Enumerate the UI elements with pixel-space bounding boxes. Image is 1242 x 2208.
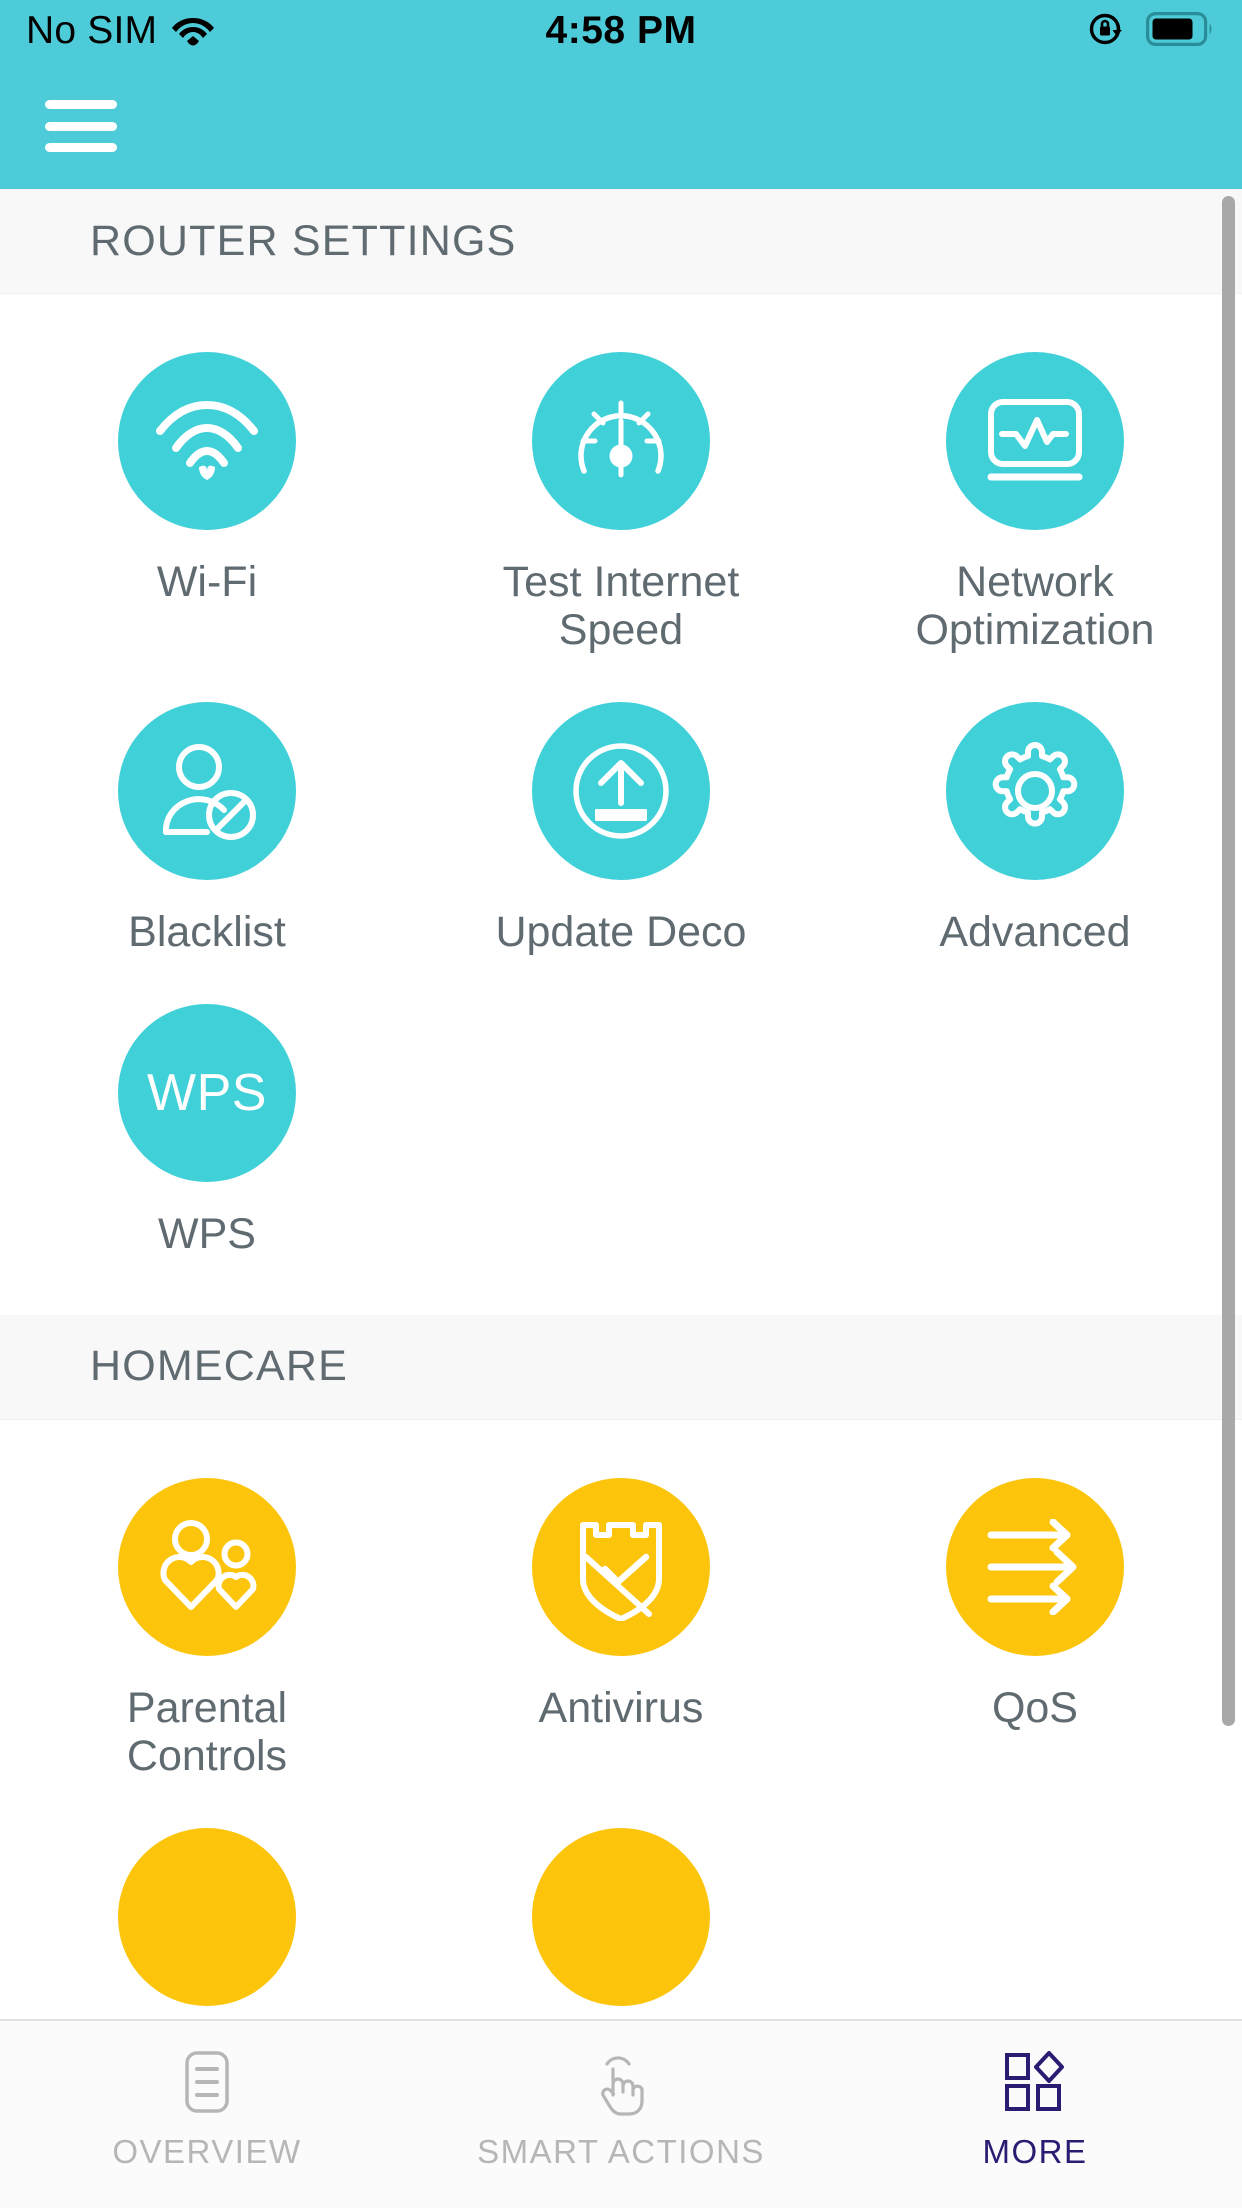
grid-diamond-icon [1003,2043,1067,2121]
tab-smart-actions[interactable]: SMART ACTIONS [414,2021,828,2208]
tile-label: Wi-Fi [156,558,258,606]
section-header-router-settings: ROUTER SETTINGS [0,189,1242,294]
tile-test-internet-speed[interactable]: Test Internet Speed [414,330,828,680]
tab-label: MORE [982,2133,1088,2170]
tile-empty [828,1806,1242,2019]
status-bar-right [1086,8,1214,55]
hamburger-line [45,100,117,109]
vertical-scrollbar[interactable] [1222,196,1235,1726]
battery-icon [1146,11,1214,51]
tile-update-deco[interactable]: Update Deco [414,680,828,982]
wps-text-icon: WPS [117,1004,296,1183]
app-screen: No SIM 4:58 PM ROUTER SETTINGS Wi-Fi Tes… [0,0,1242,2208]
three-arrows-icon [945,1477,1124,1656]
partial-icon-bubble [117,1827,296,2006]
tile-partial-next-row[interactable] [0,1806,414,2019]
tab-label: SMART ACTIONS [477,2133,765,2170]
tab-more[interactable]: MORE [828,2021,1242,2208]
app-bar [0,62,1242,189]
tile-partial-next-row[interactable] [414,1806,828,2019]
router-settings-grid: Wi-Fi Test Internet Speed Network Optimi… [0,294,1242,1315]
tile-label: Parental Controls [126,1683,288,1780]
gear-icon [945,702,1124,881]
tile-network-optimization[interactable]: Network Optimization [828,330,1242,680]
clock-label: 4:58 PM [545,9,697,52]
tile-wifi[interactable]: Wi-Fi [0,330,414,680]
tile-blacklist[interactable]: Blacklist [0,680,414,982]
hamburger-line [45,143,117,152]
homecare-grid: Parental Controls Antivirus QoS [0,1419,1242,2019]
tile-label: Update Deco [495,908,747,957]
tile-label: Advanced [939,908,1131,957]
speedometer-icon [531,352,710,530]
shield-check-icon [531,1477,710,1656]
rotation-lock-icon [1086,8,1128,55]
tile-advanced[interactable]: Advanced [828,680,1242,982]
monitor-pulse-icon [945,352,1124,530]
upload-circle-icon [531,702,710,881]
tile-label: Test Internet Speed [502,558,740,655]
section-header-homecare: HOMECARE [0,1314,1242,1420]
tile-antivirus[interactable]: Antivirus [414,1456,828,1806]
tab-overview[interactable]: OVERVIEW [0,2021,414,2208]
tile-label: Antivirus [538,1683,704,1732]
parent-child-hearts-icon [117,1477,296,1656]
hamburger-line [45,121,117,131]
hamburger-menu-icon[interactable] [45,95,117,157]
tile-empty [414,982,828,1284]
tile-wps[interactable]: WPS WPS [0,982,414,1284]
section-title: ROUTER SETTINGS [90,216,517,265]
tile-label: Network Optimization [915,558,1155,655]
scroll-content[interactable]: ROUTER SETTINGS Wi-Fi Test Internet Spee… [0,189,1242,2019]
tap-hand-icon [593,2043,649,2121]
tab-label: OVERVIEW [112,2133,302,2170]
partial-icon-bubble [531,1827,710,2006]
list-document-icon [184,2043,230,2121]
tile-qos[interactable]: QoS [828,1456,1242,1806]
user-blocked-icon [117,702,296,881]
status-bar-center: 4:58 PM [0,9,1242,53]
tile-label: WPS [158,1210,256,1259]
section-title: HOMECARE [90,1342,349,1391]
bottom-tab-bar: OVERVIEW SMART ACTIONS MORE [0,2019,1242,2208]
status-bar: No SIM 4:58 PM [0,0,1242,62]
tile-empty [828,982,1242,1284]
wps-bubble-text: WPS [147,1064,267,1123]
tile-label: QoS [991,1683,1078,1732]
tile-parental-controls[interactable]: Parental Controls [0,1456,414,1806]
tile-label: Blacklist [128,908,286,957]
wifi-signal-icon [117,352,296,530]
